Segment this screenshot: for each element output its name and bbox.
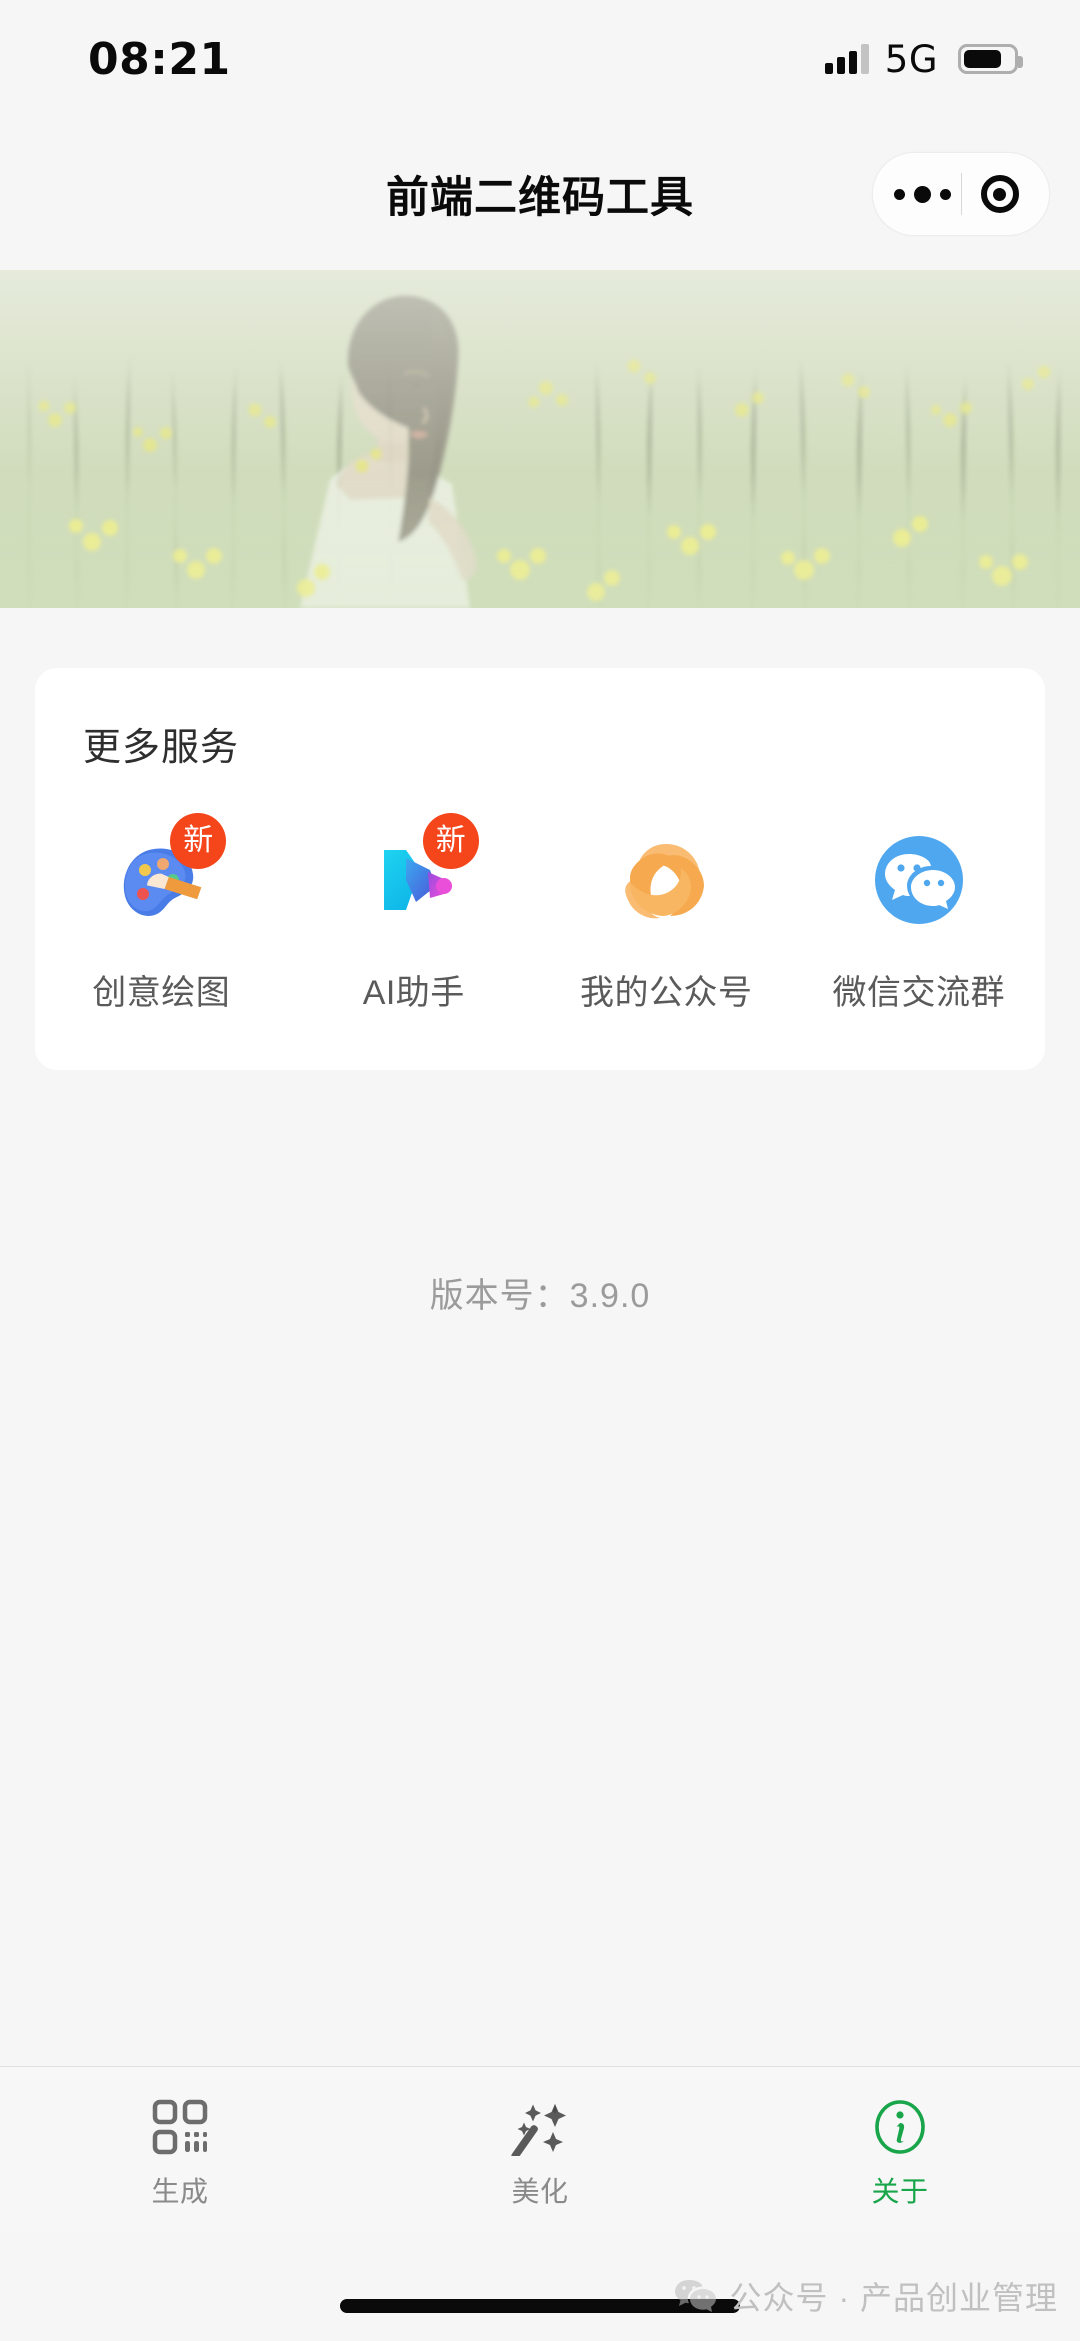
status-indicators: 5G [824,37,1023,81]
network-type-label: 5G [884,37,938,81]
version-label: 版本号：3.9.0 [429,1277,651,1315]
new-badge: 新 [422,813,479,869]
services-grid: 新 创意绘图 新 AI助手 我的公众号 微信交流群 [35,813,1046,1014]
status-bar: 08:21 5G [0,0,1080,118]
service-icon-container[interactable]: 新 [98,813,227,943]
service-label: 微信交流群 [832,974,1005,1012]
signal-bars-icon [824,44,869,74]
service-label: AI助手 [362,974,465,1012]
wechat-capsule-button[interactable] [872,152,1050,236]
nav-bar: 前端二维码工具 [0,118,1080,270]
tab-beautify[interactable]: 美化 [360,2067,720,2231]
service-item-creative-drawing[interactable]: 新 创意绘图 [35,813,288,1014]
tab-bar: 生成 美化 关于 [0,2066,1080,2231]
tab-label: 美化 [511,2176,569,2207]
tab-generate[interactable]: 生成 [0,2067,360,2231]
service-item-official-account[interactable]: 我的公众号 [540,817,793,1014]
service-icon-container[interactable] [856,817,982,943]
tab-label: 关于 [871,2176,929,2207]
battery-icon [958,44,1023,74]
watermark: 公众号 · 产品创业管理 [674,2273,1058,2319]
service-item-wechat-group[interactable]: 微信交流群 [793,817,1046,1014]
hero-banner-image [0,270,1080,608]
tab-label: 生成 [151,2176,209,2207]
new-badge: 新 [170,813,227,869]
magic-wand-sparkle-icon [511,2096,569,2158]
bottom-area: 公众号 · 产品创业管理 [0,2231,1080,2341]
official-account-swirl-icon [625,844,705,919]
qrcode-icon [151,2096,209,2158]
card-title: 更多服务 [83,727,240,769]
more-services-card: 更多服务 新 创意绘图 新 AI助手 我的公众号 微信交流群 [35,668,1045,1070]
app-screen: 08:21 5G 前端二维码工具 更多服务 新 创意绘图 新 AI助手 我的公众… [0,0,1080,2341]
info-circle-icon [871,2096,929,2158]
service-label: 创意绘图 [92,974,231,1012]
target-circle-icon[interactable] [962,175,1038,213]
wechat-logo-icon [674,2280,716,2312]
tab-about[interactable]: 关于 [720,2067,1080,2231]
wechat-group-icon [874,836,963,924]
watermark-text: 公众号 · 产品创业管理 [729,2280,1058,2316]
page-title: 前端二维码工具 [386,174,694,222]
service-item-ai-assistant[interactable]: 新 AI助手 [288,813,541,1014]
service-icon-container[interactable] [603,817,729,943]
status-time: 08:21 [88,33,231,85]
service-icon-container[interactable]: 新 [351,813,479,943]
main-content: 更多服务 新 创意绘图 新 AI助手 我的公众号 微信交流群 版本号：3.9.0 [0,608,1080,2066]
service-label: 我的公众号 [580,974,753,1012]
more-dots-icon[interactable] [885,185,961,203]
